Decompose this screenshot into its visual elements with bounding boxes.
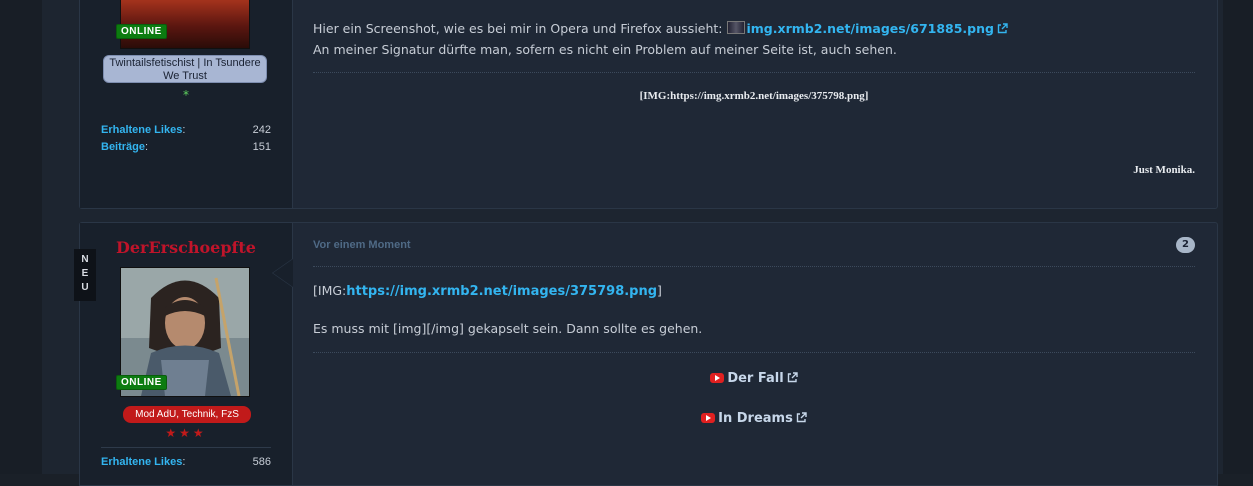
external-link-icon: [997, 23, 1008, 34]
stat-row-posts: Beiträge: 151: [101, 139, 271, 156]
stat-row-likes: Erhaltene Likes: 586: [101, 454, 271, 471]
screenshot-link[interactable]: img.xrmb2.net/images/671885.png: [747, 21, 994, 36]
message-line-1: [IMG:https://img.xrmb2.net/images/375798…: [313, 280, 1195, 302]
message-line-2: An meiner Signatur dürfte man, sofern es…: [313, 42, 897, 57]
stat-label-likes[interactable]: Erhaltene Likes: [101, 124, 182, 136]
stat-value-posts: 151: [252, 141, 271, 153]
user-stats: Erhaltene Likes: 586: [101, 454, 271, 471]
user-rank-badge: Mod AdU, Technik, FzS: [123, 406, 251, 423]
new-tag-letter-e: E: [81, 268, 89, 279]
img-tag-prefix: [IMG:: [313, 283, 347, 298]
signature-video-2: In Dreams: [313, 407, 1195, 426]
image-thumbnail-icon: [726, 21, 745, 34]
signature-video-1: Der Fall: [313, 367, 1195, 386]
new-tag-letter-n: N: [81, 254, 89, 265]
post-timestamp-link[interactable]: Vor einem Moment: [313, 239, 411, 251]
new-tag-letter-u: U: [81, 282, 89, 293]
signature-divider: [313, 72, 1195, 73]
stat-label-posts[interactable]: Beiträge: [101, 141, 145, 153]
youtube-icon: [701, 413, 716, 423]
stat-row-likes: Erhaltene Likes: 242: [101, 122, 271, 139]
video-link-in-dreams[interactable]: In Dreams: [718, 411, 793, 426]
user-stats: Erhaltene Likes: 242 Beiträge: 151: [101, 122, 271, 156]
img-tag-suffix: ]: [657, 283, 662, 298]
signature-closing: Just Monika.: [1133, 164, 1195, 176]
forum-post-2: DerErschoepfte ONLINE Mod AdU, Technik, …: [74, 222, 1218, 486]
post-number-badge[interactable]: 2: [1176, 237, 1195, 253]
user-sidebar: ONLINE Twintailsfetischist | In Tsundere…: [80, 0, 293, 208]
stat-label-likes[interactable]: Erhaltene Likes: [101, 456, 182, 468]
page-left-gutter: [0, 0, 42, 474]
message-line-1-text: Hier ein Screenshot, wie es bei mir in O…: [313, 21, 723, 36]
user-sidebar: DerErschoepfte ONLINE Mod AdU, Technik, …: [80, 223, 293, 485]
username-link[interactable]: DerErschoepfte: [80, 238, 292, 257]
message-pointer-arrow: [273, 259, 293, 287]
image-url-link[interactable]: https://img.xrmb2.net/images/375798.png: [346, 284, 657, 299]
user-title-badge: Twintailsfetischist | In Tsundere We Tru…: [103, 55, 267, 83]
sidebar-divider: [101, 447, 271, 448]
message-line-1: Hier ein Screenshot, wie es bei mir in O…: [313, 18, 1195, 39]
signature-divider: [313, 352, 1195, 353]
stat-value-likes: 586: [252, 456, 271, 468]
video-link-der-fall[interactable]: Der Fall: [727, 371, 783, 386]
forum-post-1: ONLINE Twintailsfetischist | In Tsundere…: [79, 0, 1218, 209]
external-link-icon: [796, 412, 807, 423]
online-badge: ONLINE: [116, 24, 167, 39]
signature-img-code: [IMG:https://img.xrmb2.net/images/375798…: [639, 90, 869, 102]
page-right-gutter: [1223, 0, 1253, 474]
user-star-icon: *: [183, 88, 189, 102]
new-post-tag: N E U: [74, 249, 96, 301]
rank-stars-icon: ★★★: [165, 426, 207, 440]
message-line-2: Es muss mit [img][/img] gekapselt sein. …: [313, 321, 703, 336]
youtube-icon: [710, 373, 725, 383]
external-link-icon: [787, 372, 798, 383]
stat-value-likes: 242: [252, 124, 271, 136]
header-divider: [313, 266, 1195, 267]
online-badge: ONLINE: [116, 375, 167, 390]
message-text: Hier ein Screenshot, wie es bei mir in O…: [313, 18, 1195, 60]
